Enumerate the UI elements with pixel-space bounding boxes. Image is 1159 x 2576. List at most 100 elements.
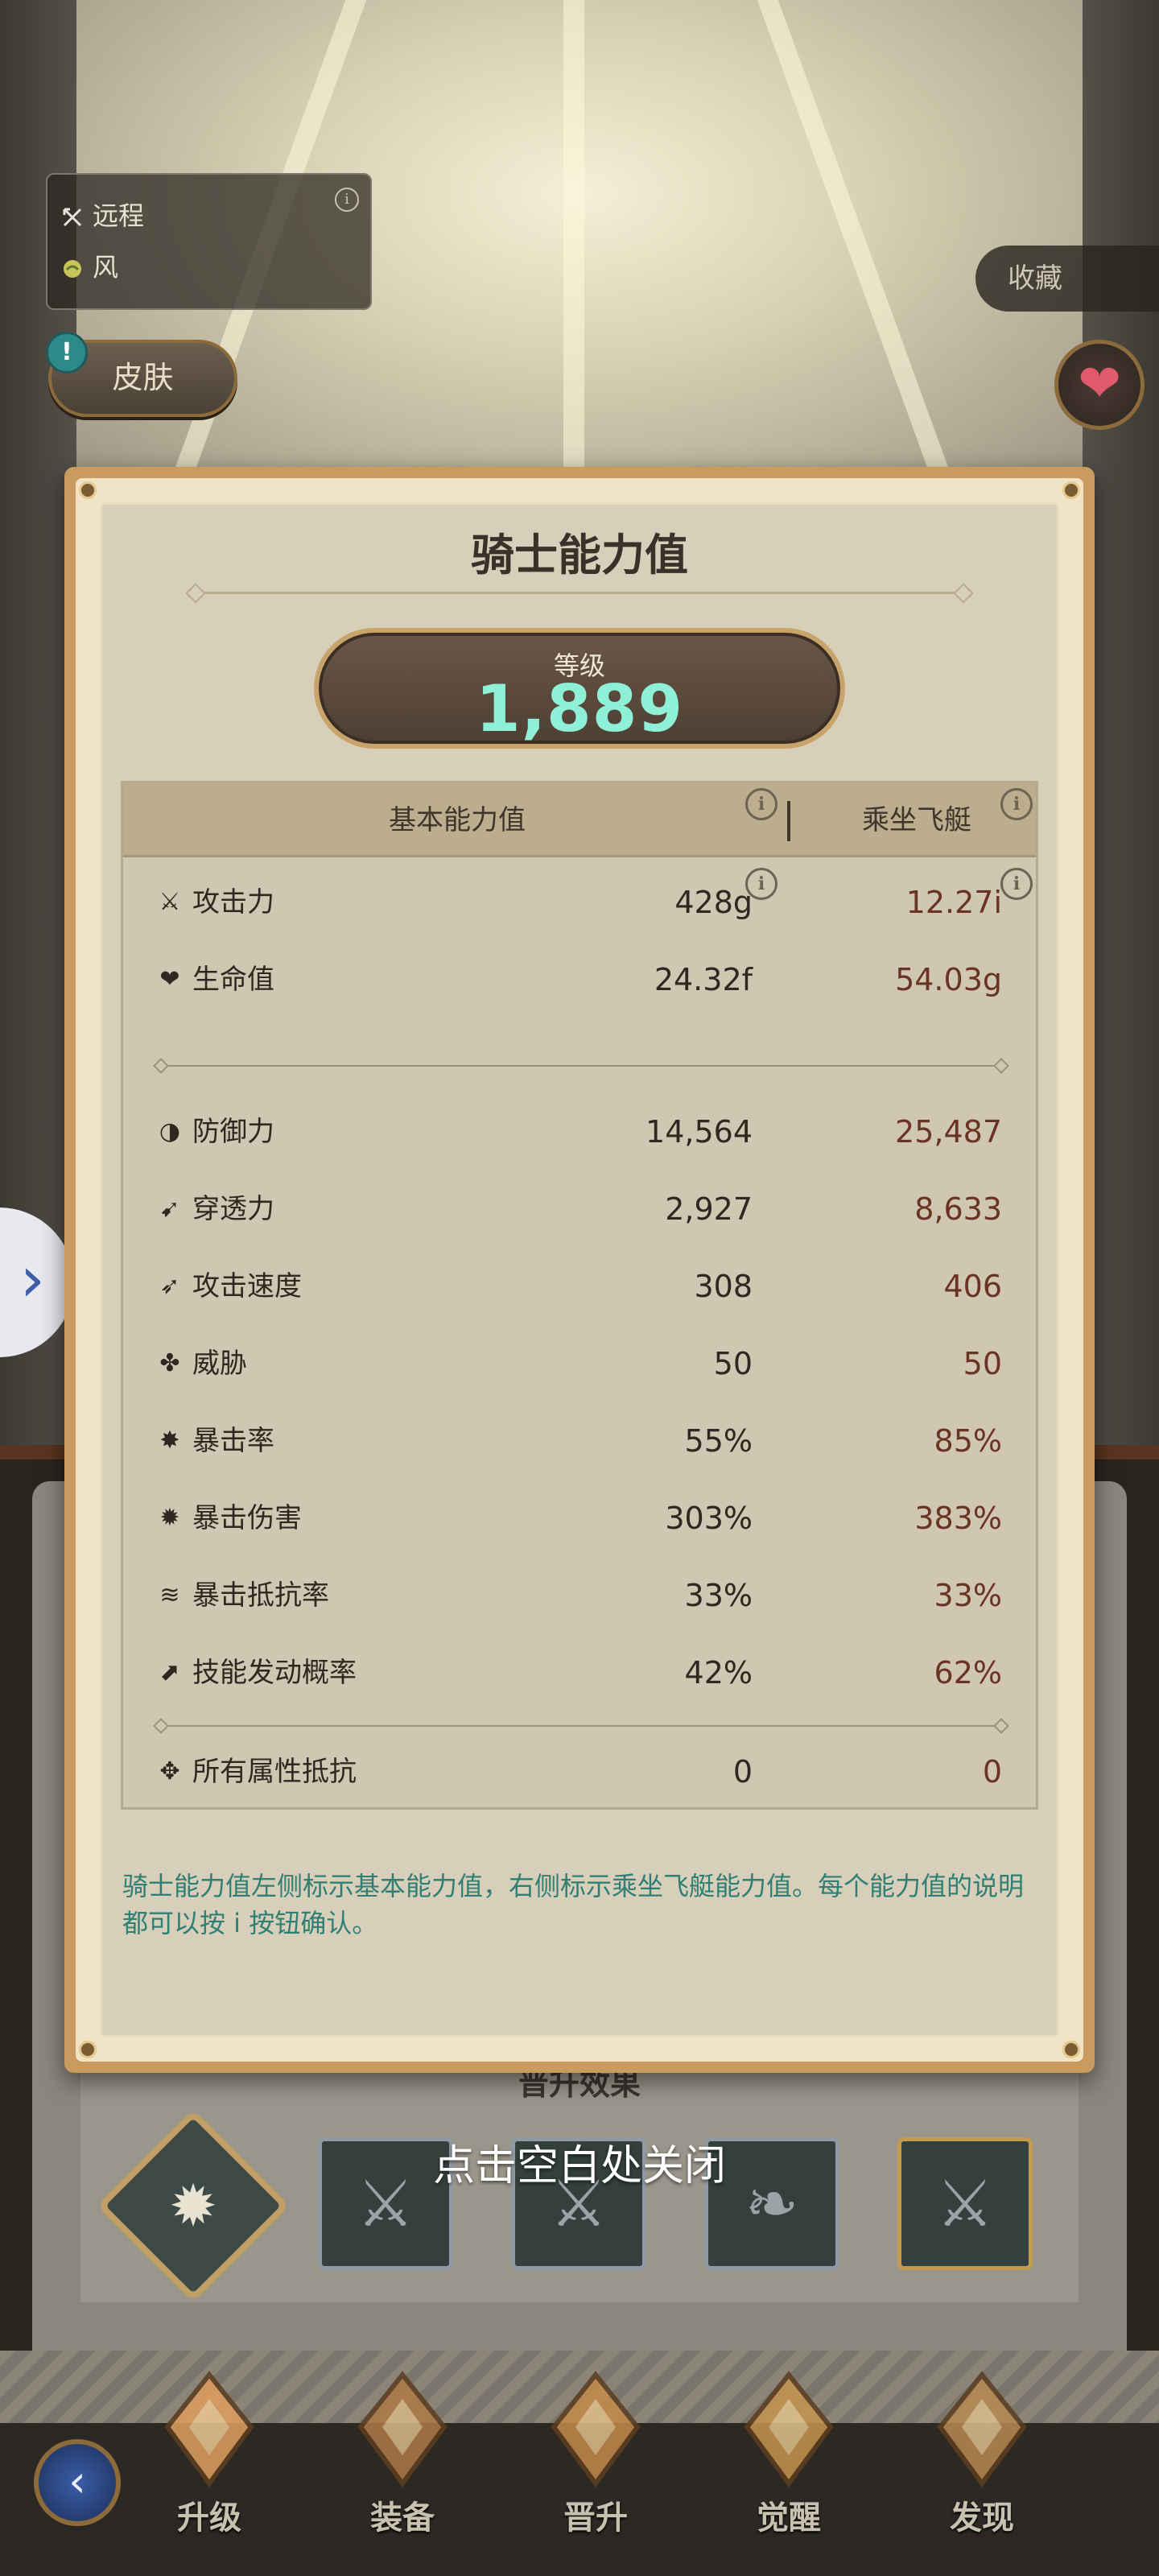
back-button[interactable]: ‹ — [34, 2439, 121, 2526]
info-icon[interactable]: i — [335, 188, 359, 212]
all-resist-icon: ✥ — [159, 1757, 180, 1785]
heart-icon[interactable]: ❤ — [1054, 340, 1145, 430]
discover-icon — [937, 2371, 1027, 2488]
stat-row[interactable]: ❤ 生命值 24.32f 54.03g — [123, 941, 1036, 1018]
nav-item-awaken[interactable]: 觉醒 — [708, 2371, 869, 2540]
modal-title: 骑士能力值 — [471, 530, 688, 580]
stat-row[interactable]: ✥ 所有属性抵抗 0 0 — [123, 1733, 1036, 1810]
stat-row[interactable]: ➹ 穿透力 2,927 8,633 — [123, 1170, 1036, 1248]
nav-item-upgrade[interactable]: 升级 — [129, 2371, 290, 2540]
stat-airship-value: 33% — [934, 1578, 1002, 1613]
stat-name: 防御力 — [192, 1116, 274, 1148]
stats-note: 骑士能力值左侧标示基本能力值，右侧标示乘坐飞艇能力值。每个能力值的说明都可以按 … — [122, 1871, 1025, 1938]
pierce-icon: ➹ — [159, 1195, 180, 1223]
stat-row[interactable]: ✹ 暴击伤害 303% 383% — [123, 1480, 1036, 1557]
element-row: 风 — [62, 247, 118, 284]
nav-item-label: 升级 — [177, 2500, 241, 2537]
element-label: 风 — [93, 252, 119, 283]
stat-base-value: 24.32f — [654, 962, 753, 997]
stat-row[interactable]: ≋ 暴击抵抗率 33% 33% — [123, 1557, 1036, 1634]
stat-row[interactable]: ✤ 威胁 50 50 — [123, 1325, 1036, 1402]
collect-button[interactable]: 收藏 — [975, 246, 1159, 312]
nav-item-label: 装备 — [370, 2500, 435, 2537]
stat-base-value: 42% — [684, 1655, 753, 1690]
stat-base-value: 308 — [694, 1269, 753, 1304]
close-hint[interactable]: 点击空白处关闭 — [0, 2132, 1159, 2192]
equipment-icon — [357, 2371, 448, 2488]
row-divider — [159, 1065, 1004, 1067]
knight-info-card: 远程 风 i — [46, 173, 372, 310]
upgrade-icon — [164, 2371, 254, 2488]
crit-damage-icon: ✹ — [159, 1504, 180, 1532]
crit-resist-icon: ≋ — [159, 1581, 180, 1609]
stat-airship-value: 8,633 — [914, 1191, 1002, 1227]
stat-name: 穿透力 — [192, 1193, 274, 1225]
base-info-icon[interactable]: i — [745, 788, 777, 820]
awaken-icon — [744, 2371, 834, 2488]
stat-base-value: 2,927 — [665, 1191, 753, 1227]
stat-name: 生命值 — [192, 964, 274, 996]
stat-base-value: 14,564 — [645, 1114, 753, 1150]
stat-airship-value: 12.27i — [905, 885, 1002, 920]
nav-item-label: 晋升 — [563, 2500, 628, 2537]
nav-item-label: 发现 — [950, 2500, 1014, 2537]
stat-airship-value: 85% — [934, 1423, 1002, 1459]
heart-icon: ❤ — [159, 965, 180, 993]
stat-row[interactable]: ◑ 防御力 14,564 25,487 — [123, 1093, 1036, 1170]
attack-type-label: 远程 — [93, 200, 145, 231]
stat-name: 威胁 — [192, 1348, 247, 1380]
column-header-airship: 乘坐飞艇 — [862, 804, 971, 836]
shield-icon: ◑ — [159, 1117, 181, 1146]
nav-item-equipment[interactable]: 装备 — [322, 2371, 483, 2540]
stat-airship-value: 25,487 — [895, 1114, 1002, 1150]
wind-element-icon — [62, 255, 83, 278]
knight-stats-modal: 骑士能力值 等级 1,889 基本能力值 i 乘坐飞艇 i i i ⚔ 攻击力 42… — [64, 467, 1095, 2073]
stat-name: 暴击抵抗率 — [192, 1579, 329, 1612]
column-divider — [787, 801, 790, 841]
alert-badge-icon: ! — [46, 332, 88, 374]
speed-icon: ➶ — [159, 1272, 180, 1300]
stat-name: 攻击力 — [192, 886, 274, 919]
stat-base-value: 50 — [713, 1346, 753, 1381]
airship-info-icon[interactable]: i — [1000, 788, 1033, 820]
column-header-base: 基本能力值 — [389, 804, 526, 836]
corner-rivet — [79, 481, 97, 499]
stat-name: 技能发动概率 — [192, 1657, 357, 1689]
stat-airship-value: 50 — [963, 1346, 1002, 1381]
nav-item-discover[interactable]: 发现 — [901, 2371, 1062, 2540]
stat-row[interactable]: ✸ 暴击率 55% 85% — [123, 1402, 1036, 1480]
stat-name: 所有属性抵抗 — [192, 1756, 357, 1788]
ranged-icon — [62, 204, 83, 227]
stat-row[interactable]: ⬈ 技能发动概率 42% 62% — [123, 1634, 1036, 1711]
stat-airship-value: 62% — [934, 1655, 1002, 1690]
stats-table-header: 基本能力值 i 乘坐飞艇 i — [123, 783, 1036, 857]
stat-airship-value: 0 — [982, 1754, 1002, 1790]
level-plate: 等级 1,889 — [314, 628, 845, 749]
nav-item-label: 觉醒 — [757, 2500, 821, 2537]
stat-base-value: 0 — [732, 1754, 753, 1790]
stat-base-value: 428g — [674, 885, 753, 920]
nav-item-promote[interactable]: 晋升 — [515, 2371, 676, 2540]
corner-rivet — [1062, 481, 1080, 499]
row-divider — [159, 1725, 1004, 1727]
stat-airship-value: 406 — [943, 1269, 1002, 1304]
stat-name: 攻击速度 — [192, 1270, 302, 1302]
stat-name: 暴击率 — [192, 1425, 274, 1457]
level-value: 1,889 — [475, 671, 684, 746]
stat-row[interactable]: ➶ 攻击速度 308 406 — [123, 1248, 1036, 1325]
stats-table: 基本能力值 i 乘坐飞艇 i i i ⚔ 攻击力 428g 12.27i ❤ 生命值 24.… — [121, 781, 1038, 1810]
title-divider — [193, 592, 966, 594]
stat-airship-value: 54.03g — [895, 962, 1002, 997]
threat-icon: ✤ — [159, 1349, 180, 1377]
stat-airship-value: 383% — [914, 1501, 1002, 1536]
stat-base-value: 33% — [684, 1578, 753, 1613]
corner-rivet — [1062, 2041, 1080, 2058]
promote-icon — [551, 2371, 641, 2488]
light-beam — [563, 0, 584, 483]
attack-type-row: 远程 — [62, 196, 144, 233]
skill-trigger-icon: ⬈ — [159, 1658, 180, 1686]
crit-rate-icon: ✸ — [159, 1426, 180, 1455]
stat-base-value: 303% — [665, 1501, 753, 1536]
stat-base-value: 55% — [684, 1423, 753, 1459]
stat-row[interactable]: ⚔ 攻击力 428g 12.27i — [123, 864, 1036, 941]
